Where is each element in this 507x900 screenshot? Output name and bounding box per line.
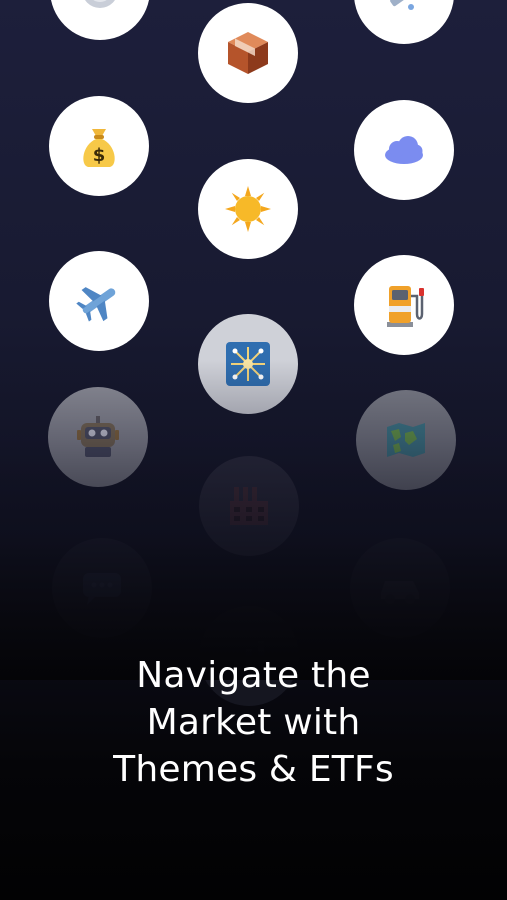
solar-panel-icon (226, 342, 270, 386)
theme-bubble-vehicle[interactable] (350, 538, 450, 638)
theme-bubble-cloud[interactable] (354, 100, 454, 200)
theme-bubble-airplane[interactable] (49, 251, 149, 351)
onboarding-screen: $ Navigate the Market with Themes & ETFs (0, 0, 507, 900)
theme-bubble-world-map[interactable] (356, 390, 456, 490)
svg-text:$: $ (93, 145, 106, 166)
headline-line-1: Navigate the (136, 655, 371, 696)
theme-bubble-sun[interactable] (198, 159, 298, 259)
vehicle-icon (381, 581, 419, 604)
theme-bubble-syringe[interactable] (354, 0, 454, 44)
cloud-icon (385, 136, 423, 164)
onboarding-headline: Navigate the Market with Themes & ETFs (0, 652, 507, 793)
theme-bubble-fuel-pump[interactable] (354, 255, 454, 355)
sun-icon (225, 186, 271, 232)
theme-bubble-package[interactable] (198, 3, 298, 103)
theme-bubble-chat[interactable] (52, 538, 152, 638)
chat-bubble-icon (83, 573, 121, 605)
headline-line-3: Themes & ETFs (113, 749, 394, 790)
world-map-icon (387, 423, 425, 457)
factory-icon (230, 487, 268, 525)
theme-bubble-globe[interactable] (50, 0, 150, 40)
theme-bubble-robot[interactable] (48, 387, 148, 487)
theme-bubble-factory[interactable] (199, 456, 299, 556)
theme-bubble-money-bag[interactable]: $ (49, 96, 149, 196)
globe-icon (85, 0, 115, 8)
fuel-pump-icon (387, 286, 424, 327)
syringe-icon (390, 0, 415, 10)
package-box-icon (228, 32, 268, 74)
airplane-icon (76, 287, 116, 322)
money-bag-icon: $ (83, 129, 115, 167)
headline-line-2: Market with (146, 702, 361, 743)
theme-bubble-solar-panel[interactable] (198, 314, 298, 414)
robot-icon (77, 416, 119, 457)
